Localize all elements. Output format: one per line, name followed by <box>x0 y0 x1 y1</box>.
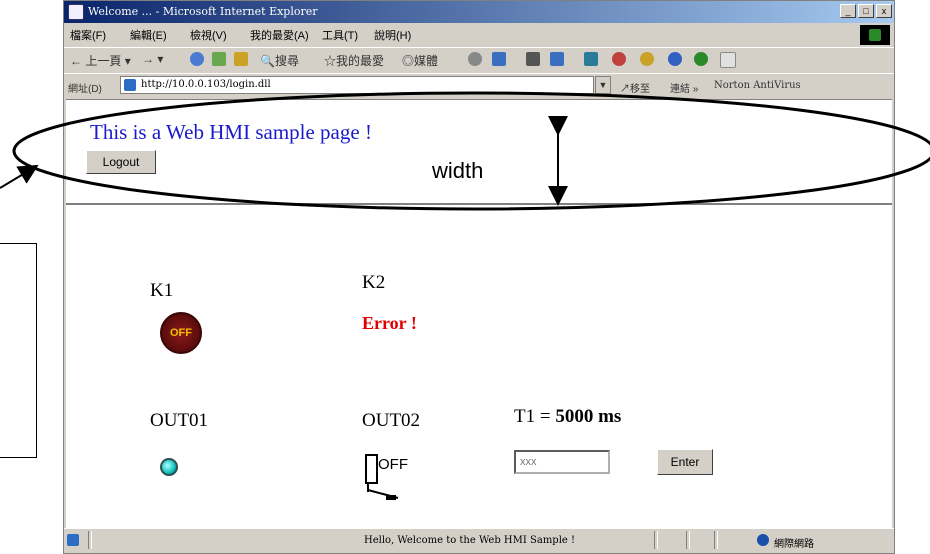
status-text: Hello, Welcome to the Web HMI Sample ! <box>364 535 576 546</box>
maximize-button[interactable]: □ <box>858 4 874 18</box>
links-button[interactable]: 連結 » <box>670 80 698 95</box>
menu-file[interactable]: 檔案(F) <box>70 27 106 43</box>
menu-help[interactable]: 說明(H) <box>374 27 411 43</box>
back-button[interactable]: ← 上一頁 ▾ <box>70 52 131 69</box>
out02-switch[interactable]: OFF <box>362 452 422 500</box>
browser-window: Welcome ... - Microsoft Internet Explore… <box>63 0 895 554</box>
menu-tools[interactable]: 工具(T) <box>322 27 358 43</box>
messenger-icon[interactable] <box>612 52 626 66</box>
favorites-button[interactable]: ☆我的最愛 <box>324 52 384 69</box>
address-label: 網址(D) <box>68 84 102 95</box>
frame-divider <box>66 203 892 205</box>
standard-toolbar: ← 上一頁 ▾ → ▾ 🔍搜尋 ☆我的最愛 ◎媒體 <box>64 47 894 72</box>
out01-indicator-icon <box>160 458 178 476</box>
refresh-icon[interactable] <box>212 52 226 66</box>
address-bar: 網址(D) http://10.0.0.103/login.dll ▼ ↗移至 … <box>64 73 894 98</box>
address-url: http://10.0.0.103/login.dll <box>141 79 271 90</box>
page-status-icon <box>67 534 79 546</box>
switch-frame <box>365 454 378 484</box>
k1-off-button[interactable]: OFF <box>160 312 202 354</box>
menu-edit[interactable]: 編輯(E) <box>130 27 167 43</box>
status-separator <box>88 531 92 549</box>
switch-base <box>386 495 396 500</box>
logout-button[interactable]: Logout <box>86 150 156 174</box>
menu-favorites[interactable]: 我的最愛(A) <box>250 27 309 43</box>
media-button[interactable]: ◎媒體 <box>402 52 438 69</box>
edit-icon[interactable] <box>550 52 564 66</box>
status-separator <box>714 531 718 549</box>
switch-state-label: OFF <box>378 456 408 473</box>
page-icon <box>124 79 136 91</box>
norton-button[interactable]: Norton AntiVirus <box>714 80 801 91</box>
discuss-icon[interactable] <box>584 52 598 66</box>
research-icon[interactable] <box>640 52 654 66</box>
status-bar: Hello, Welcome to the Web HMI Sample ! 網… <box>64 528 894 553</box>
close-button[interactable]: x <box>876 4 892 18</box>
title-bar[interactable]: Welcome ... - Microsoft Internet Explore… <box>64 1 894 23</box>
address-dropdown-icon[interactable]: ▼ <box>595 76 611 94</box>
mail-icon[interactable] <box>492 52 506 66</box>
forward-button[interactable]: → ▾ <box>142 52 163 66</box>
history-icon[interactable] <box>468 52 482 66</box>
out02-label: OUT02 <box>362 410 421 431</box>
minimize-button[interactable]: _ <box>840 4 856 18</box>
search-button[interactable]: 🔍搜尋 <box>260 52 299 69</box>
windows-logo-icon <box>860 25 890 45</box>
enter-button[interactable]: Enter <box>657 449 713 475</box>
width-annotation-label: width <box>432 158 484 183</box>
status-separator <box>654 531 658 549</box>
address-input[interactable]: http://10.0.0.103/login.dll <box>120 76 594 94</box>
k1-label: K1 <box>150 280 174 301</box>
ie-icon <box>68 4 84 20</box>
notes-icon[interactable] <box>720 52 736 68</box>
msn-icon[interactable] <box>668 52 682 66</box>
internet-zone-icon <box>757 534 769 546</box>
k2-label: K2 <box>362 272 386 293</box>
window-title: Welcome ... - Microsoft Internet Explore… <box>88 5 318 18</box>
t1-label: T1 = 5000 ms <box>514 406 622 427</box>
tool-icon[interactable] <box>694 52 708 66</box>
menu-bar: 檔案(F) 編輯(E) 檢視(V) 我的最愛(A) 工具(T) 說明(H) <box>64 23 894 45</box>
page-heading: This is a Web HMI sample page ! <box>90 120 372 144</box>
menu-view[interactable]: 檢視(V) <box>190 27 227 43</box>
home-icon[interactable] <box>234 52 248 66</box>
go-button[interactable]: ↗移至 <box>620 80 650 95</box>
t1-input[interactable] <box>514 450 610 474</box>
status-separator <box>686 531 690 549</box>
zone-label: 網際網路 <box>774 539 814 550</box>
k2-error-status: Error ! <box>362 313 417 333</box>
annotation-box <box>0 243 37 458</box>
out01-label: OUT01 <box>150 410 209 431</box>
print-icon[interactable] <box>526 52 540 66</box>
pointer-arrow-icon <box>0 164 39 189</box>
stop-icon[interactable] <box>190 52 204 66</box>
